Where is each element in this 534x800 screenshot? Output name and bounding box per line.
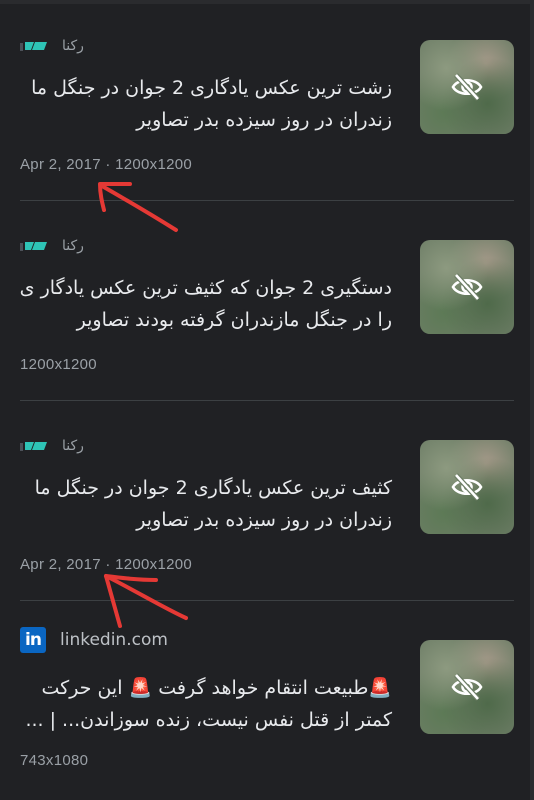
result-meta: 743x1080 bbox=[20, 752, 89, 769]
result-title[interactable]: کثیف ترین عکس یادگاری 2 جوان در جنگل ما … bbox=[14, 472, 392, 536]
result-thumbnail[interactable] bbox=[420, 440, 514, 534]
result-thumbnail[interactable] bbox=[420, 40, 514, 134]
eye-off-icon bbox=[451, 673, 483, 701]
source-name: رکنا bbox=[62, 238, 84, 254]
rokna-logo-icon bbox=[20, 242, 47, 251]
result-source[interactable]: رکنا bbox=[20, 436, 84, 456]
rokna-logo-icon bbox=[20, 42, 47, 51]
result-source[interactable]: in linkedin.com bbox=[20, 627, 168, 653]
result-item[interactable]: in linkedin.com 🚨طبیعت انتقام خواهد گرفت… bbox=[0, 600, 534, 800]
result-item[interactable]: رکنا دستگیری 2 جوان که کثیف ترین عکس یاد… bbox=[0, 200, 534, 400]
eye-off-icon bbox=[451, 73, 483, 101]
result-title[interactable]: دستگیری 2 جوان که کثیف ترین عکس یادگار ی… bbox=[14, 272, 392, 336]
result-thumbnail[interactable] bbox=[420, 240, 514, 334]
source-name: رکنا bbox=[62, 438, 84, 454]
rokna-logo-icon bbox=[20, 442, 47, 451]
source-name: رکنا bbox=[62, 38, 84, 54]
eye-off-icon bbox=[451, 473, 483, 501]
result-title[interactable]: زشت ترین عکس یادگاری 2 جوان در جنگل ما ز… bbox=[14, 72, 392, 136]
source-name: linkedin.com bbox=[60, 630, 168, 650]
result-meta: 1200x1200 bbox=[20, 356, 97, 373]
result-source[interactable]: رکنا bbox=[20, 36, 84, 56]
result-source[interactable]: رکنا bbox=[20, 236, 84, 256]
linkedin-logo-icon: in bbox=[20, 627, 46, 653]
result-thumbnail[interactable] bbox=[420, 640, 514, 734]
search-results-page: رکنا زشت ترین عکس یادگاری 2 جوان در جنگل… bbox=[0, 0, 534, 800]
result-meta: Apr 2, 2017 · 1200x1200 bbox=[20, 556, 193, 573]
result-item[interactable]: رکنا زشت ترین عکس یادگاری 2 جوان در جنگل… bbox=[0, 0, 534, 200]
result-meta: Apr 2, 2017 · 1200x1200 bbox=[20, 156, 193, 173]
result-title[interactable]: 🚨طبیعت انتقام خواهد گرفت 🚨 این حرکت کمتر… bbox=[14, 672, 392, 736]
eye-off-icon bbox=[451, 273, 483, 301]
result-item[interactable]: رکنا کثیف ترین عکس یادگاری 2 جوان در جنگ… bbox=[0, 400, 534, 600]
